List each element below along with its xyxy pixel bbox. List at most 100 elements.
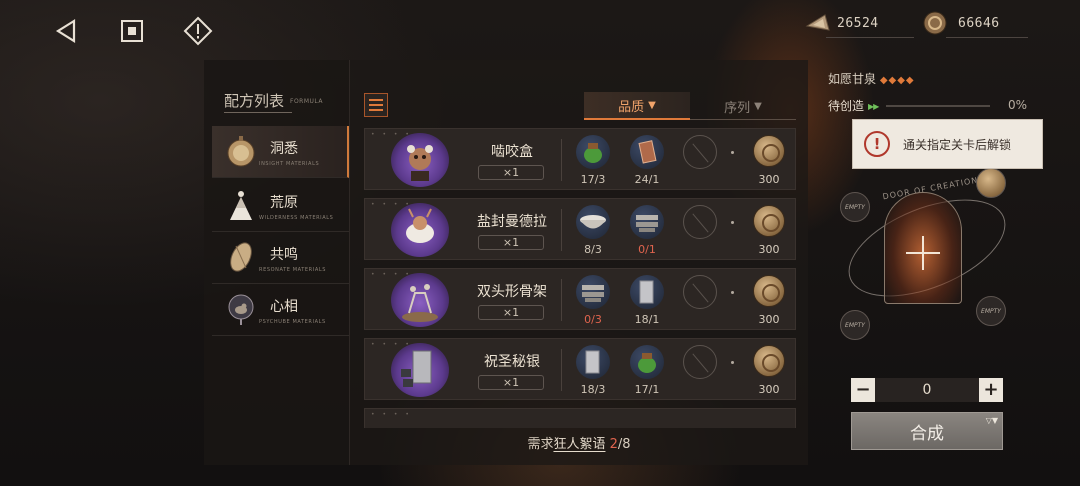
material-count: 17/3 <box>580 173 606 186</box>
requirement-item-link[interactable]: 狂人絮语 <box>553 437 605 452</box>
recipe-row[interactable]: • • • • 双头形骨架 ×1 0/3 18/1 300 <box>364 268 796 330</box>
material-count: 0/1 <box>638 243 656 256</box>
category-label: 心相 <box>270 299 298 315</box>
pending-label: 待创造 <box>828 99 865 113</box>
sort-sequence-label: 序列 <box>724 100 751 116</box>
caret-down-icon: ▼ <box>648 99 656 111</box>
minus-button[interactable]: − <box>851 378 875 402</box>
diamond-exclaim-icon[interactable] <box>183 16 213 46</box>
empty-slot-left-top[interactable]: EMPTY <box>840 192 870 222</box>
coin-cost: 300 <box>749 275 789 327</box>
material-slot[interactable]: 17/3 <box>573 135 613 187</box>
wish-spring-label: 如愿甘泉 <box>828 72 877 86</box>
material-slot[interactable]: 24/1 <box>627 135 667 187</box>
formula-list-subtitle: FORMULA <box>290 98 323 105</box>
coin-cost: 300 <box>749 205 789 257</box>
exclaim-circle-icon: ! <box>864 131 890 157</box>
requirement-footer: 需求狂人絮语 2/8 <box>350 433 808 452</box>
empty-slot-label: EMPTY <box>981 307 1001 315</box>
category-insight[interactable]: 洞悉 INSIGHT MATERIALS <box>212 126 349 178</box>
material-slot[interactable]: 8/3 <box>573 205 613 257</box>
material-slot[interactable]: 18/1 <box>627 275 667 327</box>
material-slot[interactable]: 0/1 <box>627 205 667 257</box>
oneiric-shell-count: 66646 <box>958 15 1000 31</box>
row-divider <box>561 279 562 321</box>
empty-slot-label: EMPTY <box>845 321 865 329</box>
separator-dot <box>731 361 734 364</box>
category-wilderness[interactable]: 荒原 WILDERNESS MATERIALS <box>212 180 349 232</box>
green-jar-icon <box>576 135 610 169</box>
resource-oneiric-shell[interactable]: 66646 <box>922 10 1000 36</box>
recipe-row[interactable]: • • • • 盐封曼德拉 ×1 8/3 0/1 300 <box>364 198 796 260</box>
recipe-name: 啮咬盒 <box>491 144 533 160</box>
row-divider <box>561 349 562 391</box>
plus-button[interactable]: + <box>979 378 1003 402</box>
green-jar-icon <box>630 345 664 379</box>
separator-dot <box>731 151 734 154</box>
synthesize-label: 合成 <box>910 423 944 444</box>
shell-icon <box>224 240 258 274</box>
toast-text: 通关指定关卡后解锁 <box>903 137 1012 152</box>
title-divider <box>224 112 292 113</box>
sharpodonty-icon <box>805 12 831 34</box>
category-resonate[interactable]: 共鸣 RESONATE MATERIALS <box>212 232 349 284</box>
recipe-row-partial[interactable]: • • • • <box>364 408 796 428</box>
oneiric-shell-icon <box>753 135 785 167</box>
resource-sharpodonty[interactable]: 26524 <box>805 10 879 36</box>
oneiric-shell-icon <box>753 345 785 377</box>
recipe-qty: ×1 <box>478 305 544 320</box>
add-material-icon[interactable] <box>906 236 940 270</box>
category-sublabel: INSIGHT MATERIALS <box>259 161 320 167</box>
square-home-icon[interactable] <box>117 16 147 46</box>
recipe-row[interactable]: • • • • 啮咬盒 ×1 17/3 24/1 300 <box>364 128 796 190</box>
category-label: 洞悉 <box>270 141 298 157</box>
material-count: 18/3 <box>580 383 606 396</box>
requirement-prefix: 需求 <box>527 437 554 452</box>
double-arrow-icon: ▶▶ <box>868 102 879 111</box>
coin-cost: 300 <box>749 135 789 187</box>
sort-sequence-tab[interactable]: 序列 ▼ <box>690 92 796 120</box>
material-count: 17/1 <box>634 383 660 396</box>
category-psychube[interactable]: 心相 PSYCHUBE MATERIALS <box>212 284 349 336</box>
stepper-value: 0 <box>922 382 932 398</box>
list-view-icon[interactable] <box>364 93 388 117</box>
separator-dot <box>731 291 734 294</box>
unlock-toast: ! 通关指定关卡后解锁 <box>852 119 1043 169</box>
wish-spring: 如愿甘泉 ◆◆◆◆ <box>828 70 915 87</box>
bird-glass-icon <box>224 292 258 326</box>
coin-cost-value: 300 <box>758 383 780 396</box>
salt-bowl-icon <box>576 205 610 239</box>
coin-cost-value: 300 <box>758 313 780 326</box>
filled-slot-right-top[interactable] <box>976 168 1006 198</box>
material-count: 24/1 <box>634 173 660 186</box>
sort-quality-tab[interactable]: 品质 ▼ <box>584 92 690 120</box>
pocket-watch-icon <box>224 134 258 168</box>
formula-list-title: 配方列表 <box>224 92 285 110</box>
pending-progress-bar <box>886 105 990 107</box>
empty-slot-label: EMPTY <box>845 203 865 211</box>
coin-cost-value: 300 <box>758 173 780 186</box>
empty-slot-left-bottom[interactable]: EMPTY <box>840 310 870 340</box>
material-count: 8/3 <box>584 243 602 256</box>
material-slot[interactable]: 18/3 <box>573 345 613 397</box>
empty-slot-right-bottom[interactable]: EMPTY <box>976 296 1006 326</box>
recipe-name: 盐封曼德拉 <box>477 214 547 230</box>
quantity-stepper: − 0 + <box>851 378 1003 402</box>
coin-cost: 300 <box>749 345 789 397</box>
recipe-qty: ×1 <box>478 165 544 180</box>
metal-bars-icon <box>576 275 610 309</box>
silver-ingot-icon <box>576 345 610 379</box>
caret-down-icon: ▼ <box>754 100 762 112</box>
back-triangle-icon[interactable] <box>51 16 81 46</box>
synthesize-button[interactable]: 合成 ▽▼ <box>851 412 1003 450</box>
resource-underline <box>946 37 1028 38</box>
oneiric-shell-icon <box>753 275 785 307</box>
material-slot[interactable]: 0/3 <box>573 275 613 327</box>
material-slot[interactable]: 17/1 <box>627 345 667 397</box>
sort-bar: 品质 ▼ 序列 ▼ <box>584 92 796 120</box>
coin-cost-value: 300 <box>758 243 780 256</box>
oneiric-shell-icon <box>922 10 948 36</box>
double-head-skeleton-portrait <box>391 273 449 327</box>
recipe-row[interactable]: • • • • 祝圣秘银 ×1 18/3 17/1 300 <box>364 338 796 400</box>
dress-figure-icon <box>224 188 258 222</box>
